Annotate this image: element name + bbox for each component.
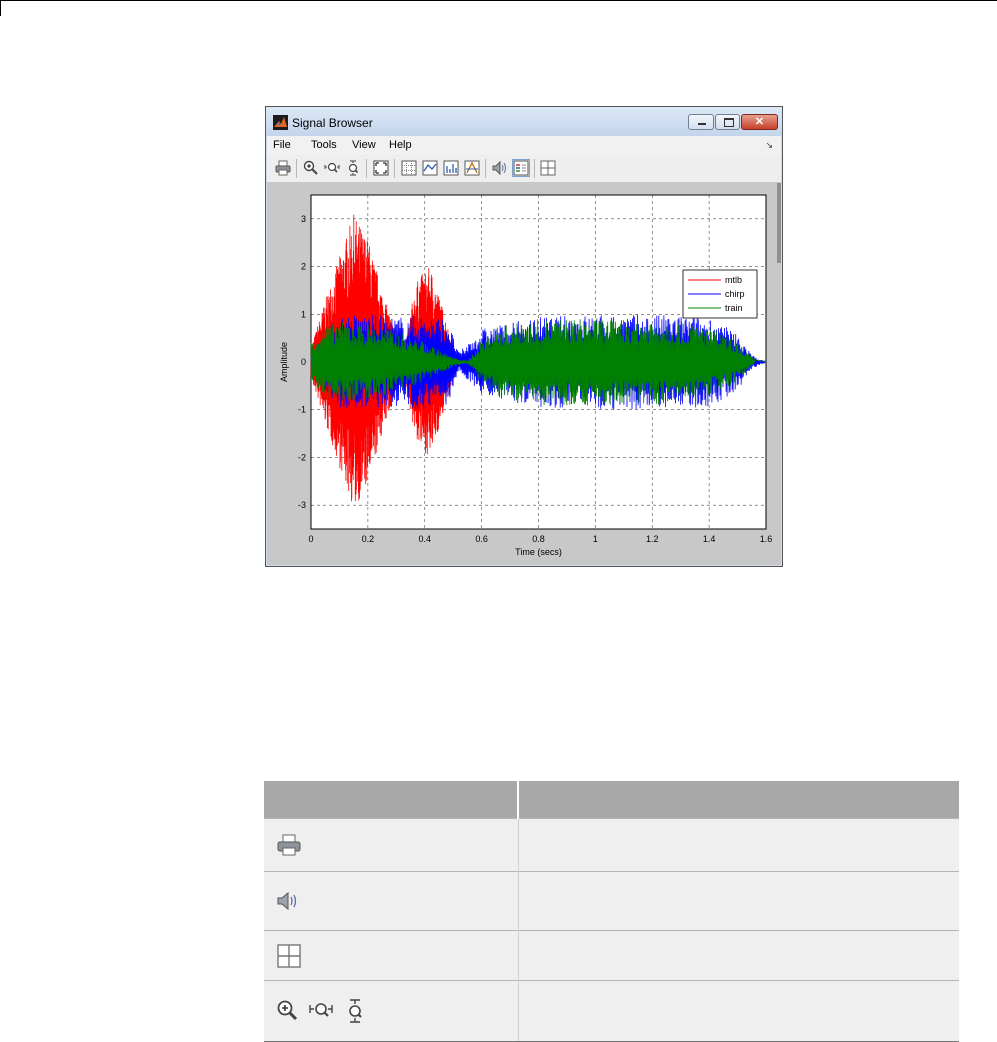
minimize-button[interactable] <box>688 114 714 130</box>
layout-icon[interactable] <box>540 160 556 176</box>
y-axis-label: Amplitude <box>279 342 289 382</box>
table-header-row <box>264 781 959 819</box>
table-cell <box>517 980 959 1042</box>
table-cell <box>517 930 959 981</box>
layout-icon <box>277 943 301 968</box>
menu-tools[interactable]: Tools <box>311 139 337 151</box>
y-tick-label: 1 <box>301 309 306 319</box>
print-icon[interactable] <box>275 160 291 176</box>
page-top-rule <box>0 0 997 1</box>
minimize-icon <box>698 123 706 125</box>
table-row <box>264 818 959 872</box>
y-tick-label: 0 <box>301 357 306 367</box>
maximize-icon <box>724 118 734 127</box>
menu-file[interactable]: File <box>273 139 291 151</box>
zoom-in-icon[interactable] <box>303 160 319 176</box>
toolbar-separator <box>296 159 297 178</box>
matlab-icon <box>273 115 288 130</box>
toolbar <box>267 155 781 183</box>
zoom-x-icon <box>309 1003 334 1017</box>
signal-browser-window: Signal Browser ✕ File Tools View Help ↘ <box>265 106 783 567</box>
x-tick-label: 0 <box>308 534 313 544</box>
x-tick-label: 1 <box>593 534 598 544</box>
zoom-in-icon <box>277 1000 298 1021</box>
x-tick-label: 1.6 <box>760 534 773 544</box>
zoom-x-icon[interactable] <box>324 160 340 176</box>
threshold-icon[interactable] <box>464 160 480 176</box>
figure-area: 0 0.2 0.4 0.6 0.8 1 1.2 1.4 1.6 -3 -2 -1 0 1 2 3 Time (s… <box>267 183 781 565</box>
x-tick-label: 0.8 <box>532 534 545 544</box>
x-tick-label: 0.4 <box>418 534 431 544</box>
signal-plot: 0 0.2 0.4 0.6 0.8 1 1.2 1.4 1.6 -3 -2 -1 0 1 2 3 Time (s… <box>279 194 773 557</box>
line-plot-icon[interactable] <box>422 160 438 176</box>
play-sound-icon[interactable] <box>492 160 508 176</box>
legend-label-train: train <box>725 303 743 313</box>
y-tick-label: -3 <box>298 500 306 510</box>
legend-label-mtlb: mtlb <box>725 275 742 285</box>
toolbar-separator <box>366 159 367 178</box>
speaker-icon <box>277 891 297 911</box>
y-tick-label: -1 <box>298 405 306 415</box>
table-cell <box>517 818 959 872</box>
page-left-rule <box>0 0 1 16</box>
menu-view[interactable]: View <box>352 139 376 151</box>
toolbar-separator <box>394 159 395 178</box>
zoom-y-icon[interactable] <box>345 160 361 176</box>
x-tick-label: 0.2 <box>362 534 375 544</box>
menu-help[interactable]: Help <box>389 139 412 151</box>
maximize-button[interactable] <box>715 114 740 130</box>
title-bar[interactable]: Signal Browser ✕ <box>266 107 782 136</box>
x-tick-label: 0.6 <box>475 534 488 544</box>
y-tick-label: 3 <box>301 214 306 224</box>
scrollbar[interactable] <box>777 183 781 263</box>
y-tick-label: -2 <box>298 452 306 462</box>
window-title: Signal Browser <box>292 116 373 130</box>
menu-bar: File Tools View Help ↘ <box>267 136 781 155</box>
dock-arrow-icon[interactable]: ↘ <box>765 140 773 151</box>
table-header-cell <box>518 781 959 819</box>
y-tick-label: 2 <box>301 262 306 272</box>
close-icon: ✕ <box>754 116 765 128</box>
table-header-cell <box>264 781 519 819</box>
table-cell <box>264 871 518 931</box>
zoom-y-icon <box>349 999 362 1023</box>
x-tick-label: 1.2 <box>646 534 659 544</box>
x-tick-label: 1.4 <box>703 534 716 544</box>
table-cell <box>264 930 518 981</box>
grid-icon[interactable] <box>401 160 417 176</box>
table-row <box>264 980 959 1042</box>
toolbar-separator <box>534 159 535 178</box>
toolbar-separator <box>485 159 486 178</box>
autoscale-icon[interactable] <box>373 160 389 176</box>
table-cell <box>517 871 959 931</box>
legend-icon[interactable] <box>512 159 530 177</box>
table-row <box>264 930 959 981</box>
table-cell <box>264 818 518 872</box>
legend-label-chirp: chirp <box>725 289 745 299</box>
print-icon <box>277 834 301 856</box>
x-axis-label: Time (secs) <box>515 547 562 557</box>
close-button[interactable]: ✕ <box>741 114 778 130</box>
table-cell <box>264 980 518 1042</box>
stem-plot-icon[interactable] <box>443 160 459 176</box>
table-row <box>264 871 959 931</box>
toolbar-reference-table <box>264 781 959 1042</box>
